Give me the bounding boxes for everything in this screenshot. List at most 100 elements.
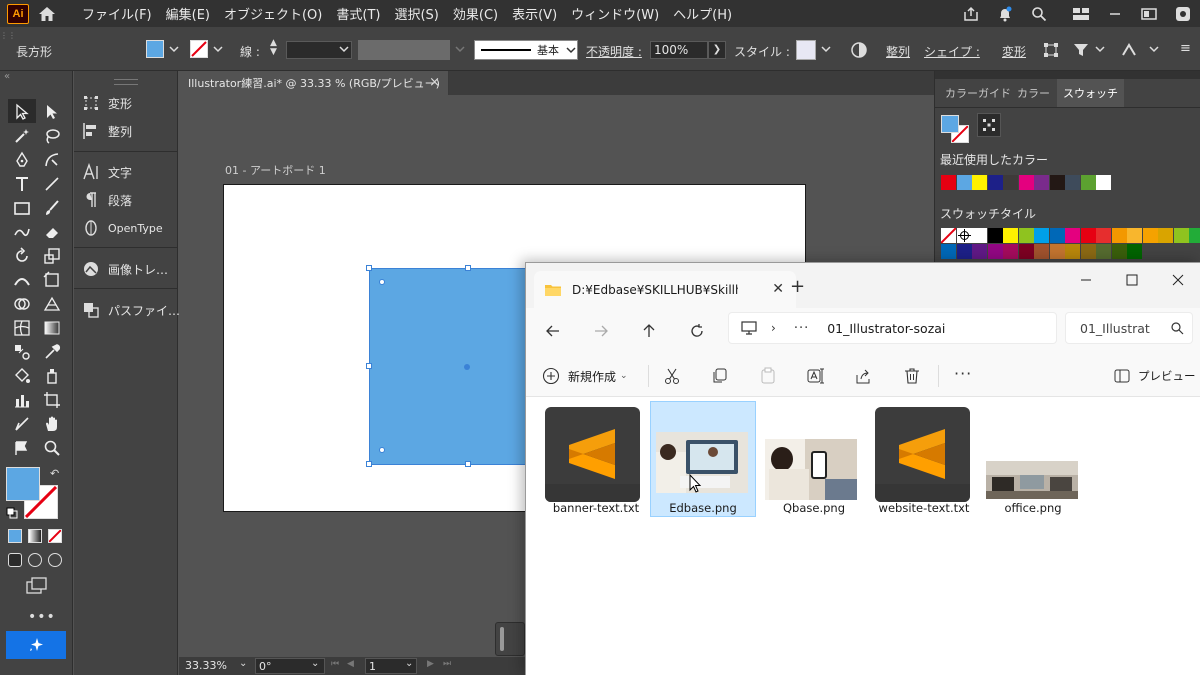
artboard-tool-icon[interactable] bbox=[41, 389, 63, 411]
color-swatch[interactable] bbox=[1142, 228, 1158, 243]
color-swatch[interactable] bbox=[941, 244, 956, 259]
opacity-label[interactable]: 不透明度 : bbox=[586, 43, 642, 60]
draw-behind-icon[interactable] bbox=[28, 553, 42, 567]
menu-window[interactable]: ウィンドウ(W) bbox=[571, 4, 659, 23]
zoom-level[interactable]: 33.33% bbox=[185, 659, 227, 672]
select-similar-chevron-icon[interactable] bbox=[1148, 43, 1160, 55]
color-swatch[interactable] bbox=[1018, 244, 1034, 259]
dock-item-align[interactable]: 整列 bbox=[82, 119, 132, 143]
shaper-tool-icon[interactable] bbox=[11, 221, 33, 243]
color-swatch[interactable] bbox=[1049, 175, 1065, 190]
breadcrumb-overflow-icon[interactable]: ··· bbox=[794, 321, 809, 336]
resize-handle[interactable] bbox=[366, 265, 372, 271]
last-artboard-icon[interactable]: ⏭ bbox=[443, 659, 451, 669]
window-minimize-icon[interactable] bbox=[1063, 265, 1109, 295]
color-swatch[interactable] bbox=[1065, 175, 1080, 190]
dock-item-image-trace[interactable]: 画像トレ… bbox=[82, 257, 168, 281]
zoom-chevron-icon[interactable]: ⌄ bbox=[239, 658, 247, 669]
color-swatch[interactable] bbox=[1018, 228, 1034, 243]
stroke-weight-chevron-icon[interactable] bbox=[338, 43, 350, 55]
menu-object[interactable]: オブジェクト(O) bbox=[224, 4, 322, 23]
direct-selection-tool-icon[interactable] bbox=[41, 101, 63, 123]
color-swatch[interactable] bbox=[987, 228, 1003, 243]
stroke-dropdown-chevron-icon[interactable] bbox=[212, 43, 224, 55]
variable-width-profile[interactable] bbox=[358, 40, 450, 60]
generative-ai-button[interactable] bbox=[6, 631, 66, 659]
color-swatch[interactable] bbox=[1111, 228, 1127, 243]
close-tab-icon[interactable]: ✕ bbox=[772, 281, 784, 297]
opacity-input[interactable]: 100% bbox=[650, 41, 708, 59]
color-swatch[interactable] bbox=[1003, 175, 1018, 190]
color-swatch[interactable] bbox=[1111, 244, 1127, 259]
restore-icon[interactable] bbox=[1138, 4, 1160, 24]
mesh-tool-icon[interactable] bbox=[11, 317, 33, 339]
file-item-selected[interactable]: Edbase.png bbox=[650, 401, 756, 517]
next-artboard-icon[interactable]: ▶ bbox=[427, 659, 434, 669]
color-swatch[interactable] bbox=[1003, 228, 1018, 243]
dock-item-opentype[interactable]: OpenType bbox=[82, 216, 163, 240]
color-swatch[interactable] bbox=[1189, 228, 1200, 243]
width-tool-icon[interactable] bbox=[11, 269, 33, 291]
dock-item-paragraph[interactable]: 段落 bbox=[82, 188, 132, 212]
hand-tool-icon[interactable] bbox=[41, 413, 63, 435]
rectangle-tool-icon[interactable] bbox=[11, 197, 33, 219]
puppet-warp-tool-icon[interactable] bbox=[11, 437, 33, 459]
screen-mode-icon[interactable] bbox=[26, 577, 48, 595]
eyedropper-tool-icon[interactable] bbox=[41, 341, 63, 363]
stroke-weight-stepper[interactable]: ▲ ▼ bbox=[270, 39, 282, 59]
isolate-chevron-icon[interactable] bbox=[1094, 43, 1106, 55]
fill-color-box[interactable] bbox=[6, 467, 40, 501]
tab-color[interactable]: カラー bbox=[1011, 79, 1056, 107]
document-tab[interactable]: Illustrator練習.ai* @ 33.33 % (RGB/プレビュー) … bbox=[179, 71, 449, 95]
shape-builder-tool-icon[interactable] bbox=[11, 293, 33, 315]
color-swatch[interactable] bbox=[972, 175, 987, 190]
back-arrow-icon[interactable] bbox=[544, 322, 562, 340]
dock-item-character[interactable]: 文字 bbox=[82, 160, 132, 184]
forward-arrow-icon[interactable] bbox=[592, 322, 610, 340]
slice-tool-icon[interactable] bbox=[11, 413, 33, 435]
graphic-style-swatch[interactable] bbox=[796, 40, 816, 60]
profile-chevron-icon[interactable] bbox=[454, 43, 466, 55]
rotation-chevron-icon[interactable]: ⌄ bbox=[311, 658, 319, 669]
color-mode-icon[interactable] bbox=[8, 529, 22, 543]
gradient-tool-icon[interactable] bbox=[41, 317, 63, 339]
plugin-icon[interactable] bbox=[1172, 4, 1194, 24]
scale-tool-icon[interactable] bbox=[41, 245, 63, 267]
color-swatch[interactable] bbox=[1096, 228, 1111, 243]
search-box[interactable]: 01_Illustrat bbox=[1065, 312, 1193, 344]
color-swatch[interactable] bbox=[956, 175, 972, 190]
none-mode-icon[interactable] bbox=[48, 529, 62, 543]
file-item[interactable]: banner-text.txt bbox=[544, 405, 648, 519]
notification-bell-icon[interactable] bbox=[994, 4, 1016, 24]
more-commands-icon[interactable]: ··· bbox=[954, 364, 972, 383]
color-swatch[interactable] bbox=[987, 175, 1003, 190]
paste-icon[interactable] bbox=[759, 367, 777, 385]
color-swatch[interactable] bbox=[1003, 244, 1018, 259]
type-tool-icon[interactable] bbox=[11, 173, 33, 195]
stroke-none-swatch[interactable] bbox=[190, 40, 208, 58]
more-options-icon[interactable]: ≡ bbox=[1180, 41, 1194, 57]
menu-edit[interactable]: 編集(E) bbox=[166, 4, 210, 23]
color-swatch[interactable] bbox=[1034, 244, 1049, 259]
file-item[interactable]: office.png bbox=[981, 405, 1085, 519]
color-swatch[interactable] bbox=[956, 244, 972, 259]
collapse-tools-icon[interactable]: « bbox=[4, 71, 10, 82]
share-icon[interactable] bbox=[960, 4, 982, 24]
preview-pane-button[interactable]: プレビュー bbox=[1114, 364, 1196, 388]
new-tab-icon[interactable]: + bbox=[790, 276, 805, 297]
default-fill-stroke-icon[interactable] bbox=[6, 507, 18, 519]
blend-tool-icon[interactable] bbox=[11, 341, 33, 363]
cut-icon[interactable] bbox=[663, 367, 681, 385]
menu-file[interactable]: ファイル(F) bbox=[82, 4, 152, 23]
resize-handle[interactable] bbox=[465, 461, 471, 467]
delete-icon[interactable] bbox=[903, 367, 921, 385]
swatch-registration[interactable] bbox=[956, 228, 972, 243]
color-swatch[interactable] bbox=[1080, 175, 1096, 190]
workspace-layout-icon[interactable] bbox=[1070, 4, 1092, 24]
rotate-tool-icon[interactable] bbox=[11, 245, 33, 267]
isolate-icon[interactable] bbox=[1072, 41, 1090, 59]
close-document-icon[interactable]: × bbox=[429, 75, 440, 90]
brush-definition-dropdown[interactable]: 基本 bbox=[474, 40, 578, 60]
menu-effect[interactable]: 効果(C) bbox=[453, 4, 498, 23]
file-item[interactable]: Qbase.png bbox=[762, 405, 866, 519]
